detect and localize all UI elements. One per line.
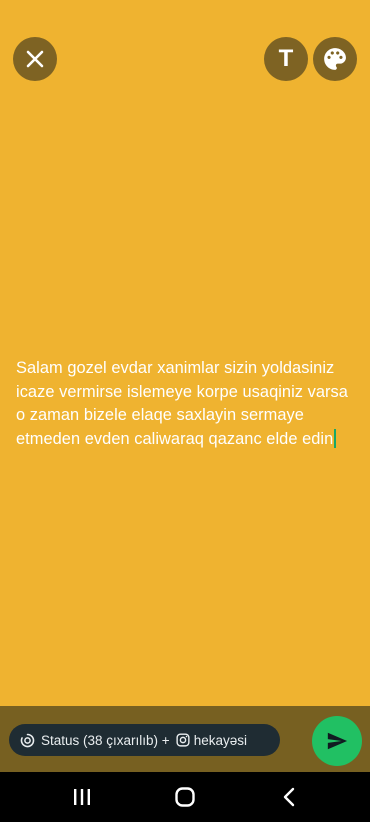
text-cursor bbox=[334, 428, 337, 448]
status-text-canvas[interactable] bbox=[0, 0, 370, 706]
back-button[interactable] bbox=[259, 772, 319, 822]
system-navigation-bar bbox=[0, 772, 370, 822]
palette-icon bbox=[324, 48, 346, 70]
status-text-content: Salam gozel evdar xanimlar sizin yoldasi… bbox=[16, 359, 348, 448]
close-icon bbox=[26, 50, 44, 68]
send-icon bbox=[327, 732, 348, 750]
send-button[interactable] bbox=[312, 716, 362, 766]
recent-apps-icon bbox=[74, 789, 90, 805]
close-button[interactable] bbox=[13, 37, 57, 81]
home-icon bbox=[175, 787, 195, 807]
home-button[interactable] bbox=[155, 772, 215, 822]
audience-selector-button[interactable]: Status (38 çıxarılıb) + hekayəsi bbox=[9, 724, 280, 756]
instagram-icon bbox=[176, 733, 190, 747]
back-icon bbox=[283, 787, 295, 807]
color-palette-button[interactable] bbox=[313, 37, 357, 81]
text-style-button[interactable]: T bbox=[264, 37, 308, 81]
status-text-input[interactable]: Salam gozel evdar xanimlar sizin yoldasi… bbox=[16, 357, 361, 451]
audience-label: Status (38 çıxarılıb) + bbox=[41, 732, 170, 748]
recent-apps-button[interactable] bbox=[52, 772, 112, 822]
text-style-icon: T bbox=[278, 45, 294, 72]
status-ring-icon bbox=[20, 733, 35, 747]
story-label: hekayəsi bbox=[193, 732, 247, 748]
